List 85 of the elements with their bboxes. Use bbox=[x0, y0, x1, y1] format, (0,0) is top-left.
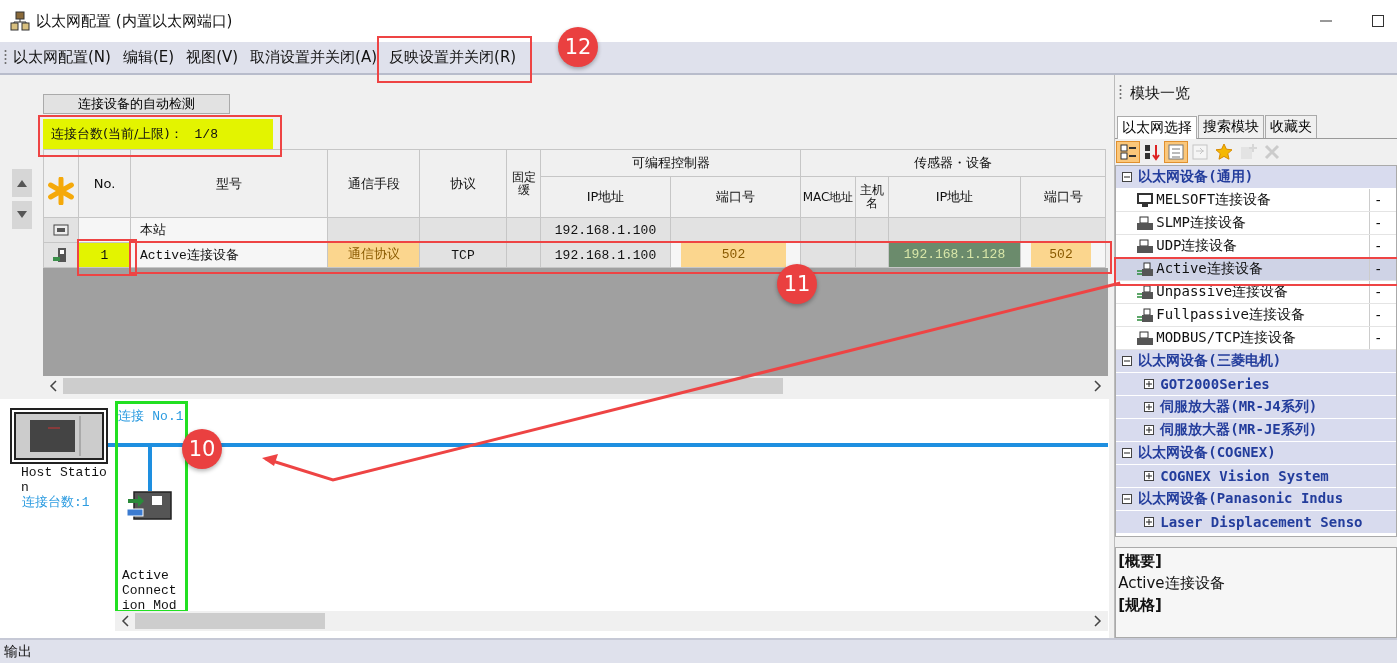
delete-icon bbox=[1263, 143, 1282, 161]
column-header: IP地址 bbox=[540, 176, 671, 218]
description-heading: [概要] bbox=[1118, 551, 1163, 572]
menu-item[interactable]: 视图(V) bbox=[180, 48, 245, 67]
move-up-button[interactable] bbox=[11, 169, 32, 197]
column-header: 协议 bbox=[419, 149, 507, 218]
column-header: MAC地址 bbox=[800, 176, 856, 218]
station-icon bbox=[52, 222, 70, 238]
count-value: 1/8 bbox=[194, 126, 218, 142]
connection-label: 连接 No.1 bbox=[118, 409, 184, 424]
column-group-header: 传感器・设备 bbox=[800, 149, 1106, 177]
device-icon bbox=[1136, 307, 1155, 323]
tree-item[interactable]: Active连接设备 - bbox=[1116, 258, 1396, 281]
asterisk-icon bbox=[47, 176, 75, 205]
scroll-left-icon[interactable] bbox=[121, 615, 129, 627]
expand-icon[interactable] bbox=[1144, 425, 1155, 435]
output-panel-title: 输出 bbox=[0, 638, 1397, 663]
tree-item[interactable]: MELSOFT连接设备 - bbox=[1116, 189, 1396, 212]
column-header: 型号 bbox=[130, 149, 328, 218]
scroll-left-icon[interactable] bbox=[49, 380, 57, 392]
column-header: 通信手段 bbox=[327, 149, 420, 218]
collapse-icon[interactable] bbox=[1122, 448, 1133, 458]
menu-item[interactable]: 编辑(E) bbox=[116, 48, 181, 67]
table-cell: 192.168.1.128 bbox=[889, 243, 1020, 267]
pane-title: 模块一览 bbox=[1130, 83, 1191, 103]
grip-icon bbox=[4, 48, 7, 67]
column-group-header: 可编程控制器 bbox=[540, 149, 801, 177]
device-icon bbox=[1136, 192, 1155, 208]
expand-icon[interactable] bbox=[1144, 471, 1155, 481]
tree-item[interactable]: MODBUS/TCP连接设备 - bbox=[1116, 327, 1396, 350]
expand-icon[interactable] bbox=[1144, 517, 1155, 527]
scroll-thumb[interactable] bbox=[135, 613, 325, 629]
description-heading: [规格] bbox=[1118, 595, 1163, 616]
menu-item[interactable]: 取消设置并关闭(A) bbox=[244, 48, 384, 67]
column-header: 固定缓 bbox=[506, 149, 541, 218]
description-text: Active连接设备 bbox=[1118, 573, 1226, 594]
column-header: No. bbox=[78, 149, 131, 218]
network-icon bbox=[10, 11, 30, 31]
device-icon bbox=[1136, 215, 1155, 231]
module-icon bbox=[126, 491, 172, 521]
expand-icon[interactable] bbox=[1144, 379, 1155, 389]
tree-item[interactable]: SLMP连接设备 - bbox=[1116, 212, 1396, 235]
device-icon bbox=[1136, 284, 1155, 300]
sort-icon bbox=[1143, 143, 1162, 161]
collapse-icon[interactable] bbox=[1122, 356, 1133, 366]
device-icon bbox=[1136, 238, 1155, 254]
column-header: 端口号 bbox=[670, 176, 801, 218]
move-down-button[interactable] bbox=[11, 201, 32, 229]
menu-item[interactable]: 以太网配置(N) bbox=[7, 48, 117, 67]
tree-view-icon bbox=[1167, 143, 1186, 161]
host-label: Host Station bbox=[21, 465, 107, 495]
grip-icon bbox=[1119, 84, 1123, 102]
add-icon bbox=[1239, 143, 1258, 161]
scroll-right-icon[interactable] bbox=[1094, 380, 1102, 392]
column-header: IP地址 bbox=[888, 176, 1021, 218]
up-arrow-icon bbox=[15, 178, 28, 188]
tab[interactable]: 以太网选择 bbox=[1117, 116, 1198, 139]
table-cell: TCP bbox=[419, 242, 507, 268]
tree-item[interactable]: Fullpassive连接设备 - bbox=[1116, 304, 1396, 327]
device-icon bbox=[1136, 330, 1155, 346]
auto-detect-button[interactable]: 连接设备的自动检测 bbox=[43, 94, 230, 114]
menu-item[interactable]: 反映设置并关闭(R) bbox=[383, 48, 523, 67]
scroll-thumb[interactable] bbox=[63, 378, 783, 394]
scroll-right-icon[interactable] bbox=[1094, 615, 1102, 627]
down-arrow-icon bbox=[15, 210, 28, 220]
device-icon bbox=[1136, 261, 1155, 277]
window-title: 以太网配置 (内置以太网端口) bbox=[36, 11, 233, 31]
input-field[interactable]: 通信协议 bbox=[328, 243, 419, 267]
connection-count-label: 连接台数:1 bbox=[22, 495, 90, 510]
maximize-icon[interactable] bbox=[1371, 14, 1385, 28]
expand-icon[interactable] bbox=[1144, 402, 1155, 412]
horizontal-scrollbar[interactable] bbox=[115, 611, 1108, 631]
collapse-icon[interactable] bbox=[1122, 172, 1133, 182]
tab[interactable]: 收藏夹 bbox=[1265, 115, 1318, 138]
star-icon bbox=[1215, 143, 1234, 161]
column-header: 端口号 bbox=[1020, 176, 1106, 218]
count-label: 连接台数(当前/上限)： bbox=[51, 125, 183, 143]
toolbar-button[interactable] bbox=[1117, 142, 1140, 162]
collapse-icon bbox=[1191, 143, 1210, 161]
category-sort-icon bbox=[1119, 143, 1138, 161]
module-label: Active Connection Mod bbox=[122, 568, 178, 613]
collapse-icon[interactable] bbox=[1122, 494, 1133, 504]
table-cell: 192.168.1.100 bbox=[540, 242, 671, 268]
table-cell: Active连接设备 bbox=[130, 242, 328, 268]
tab[interactable]: 搜索模块 bbox=[1198, 115, 1265, 138]
